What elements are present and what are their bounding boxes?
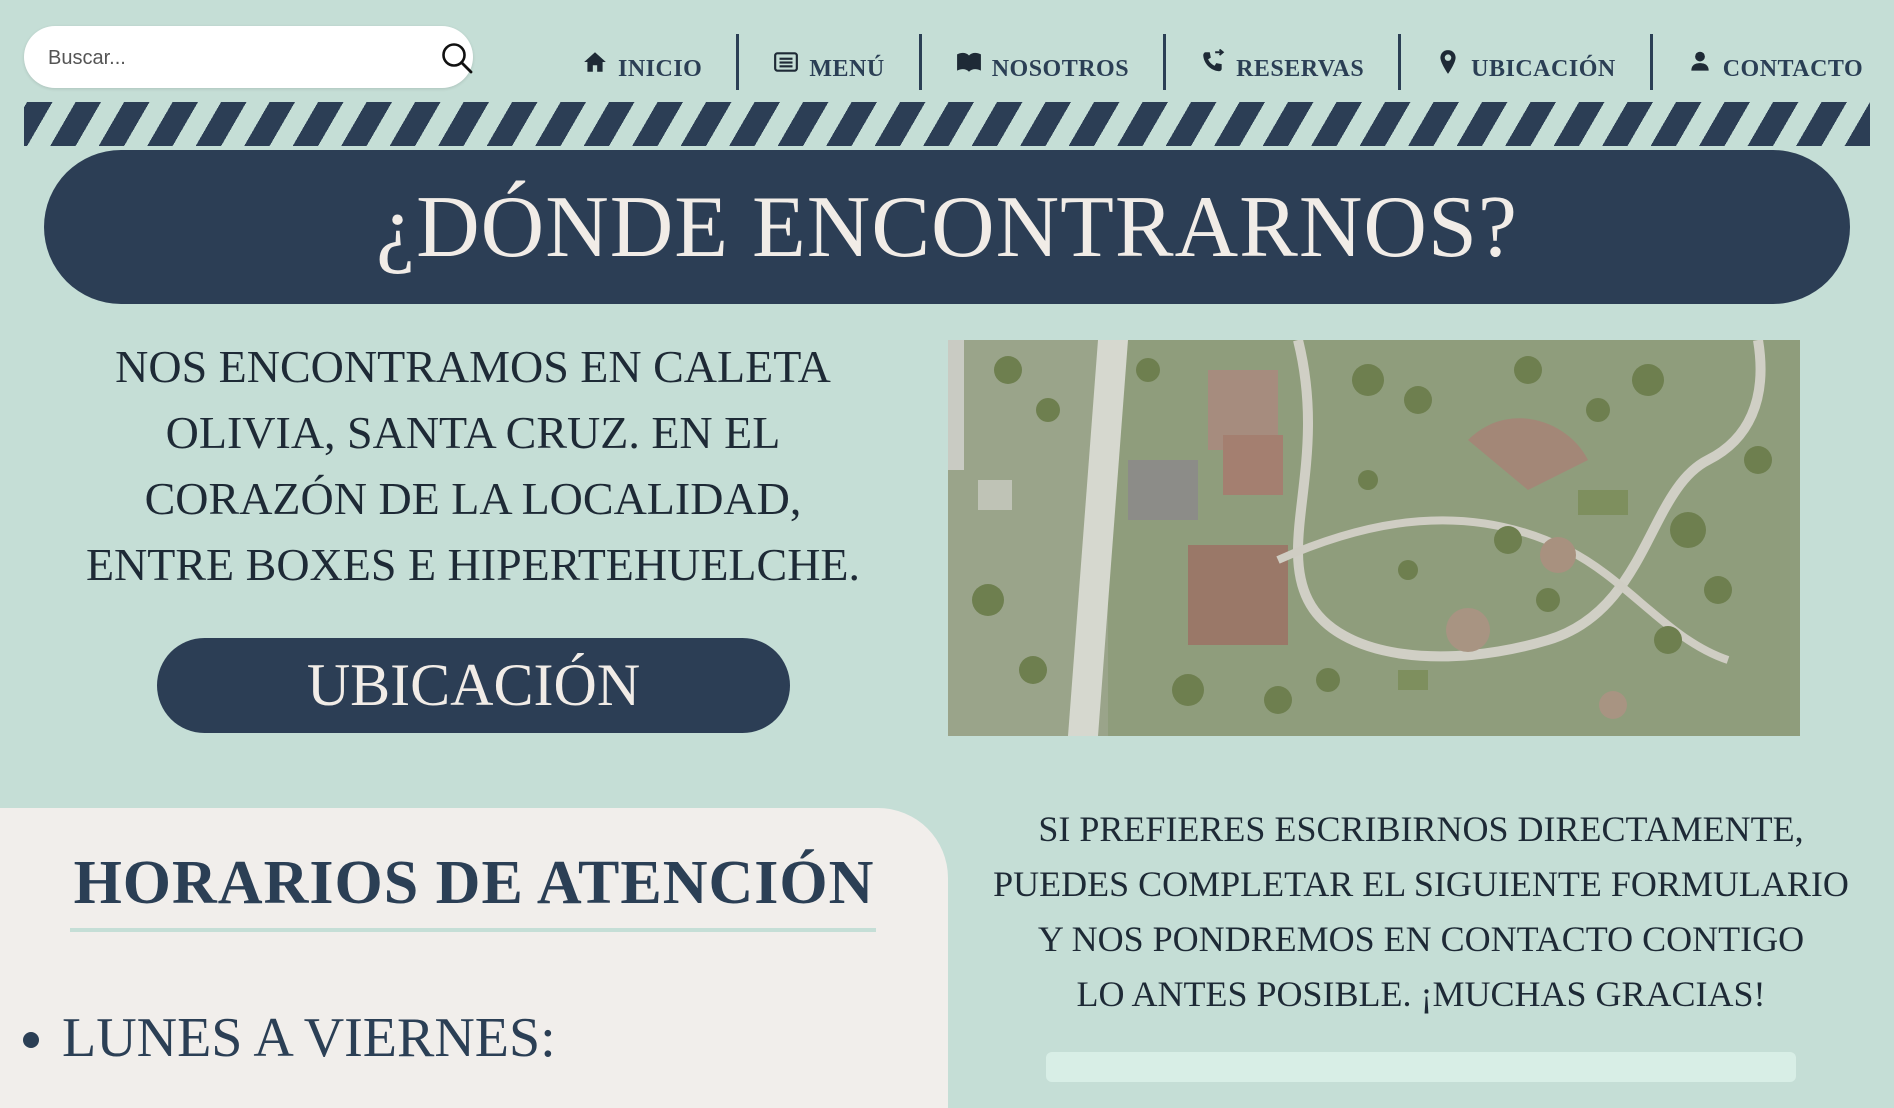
- nav-item-ubicacion[interactable]: UBICACIÓN: [1401, 34, 1650, 90]
- page-title-banner: ¿DÓNDE ENCONTRARNOS?: [44, 150, 1850, 304]
- list-icon: [774, 52, 799, 72]
- user-icon: [1691, 51, 1709, 71]
- nav-item-inicio[interactable]: INICIO: [548, 34, 736, 90]
- nav-item-menu[interactable]: MENÚ: [739, 34, 918, 90]
- nav-label: UBICACIÓN: [1471, 55, 1616, 82]
- nav-label: MENÚ: [809, 55, 885, 82]
- list-item: LUNES A VIERNES:: [62, 1008, 556, 1068]
- map-pin-icon: [1440, 50, 1456, 74]
- nav-item-reservas[interactable]: RESERVAS: [1166, 34, 1398, 90]
- contact-line: SI PREFIERES ESCRIBIRNOS DIRECTAMENTE,: [1038, 809, 1804, 849]
- search-input[interactable]: [46, 26, 410, 90]
- hours-divider: [70, 928, 876, 932]
- hours-panel: HORARIOS DE ATENCIÓN LUNES A VIERNES:: [0, 808, 948, 1108]
- location-description: NOS ENCONTRAMOS EN CALETA OLIVIA, SANTA …: [80, 334, 866, 598]
- search-bar: [24, 26, 474, 90]
- nav-item-nosotros[interactable]: NOSOTROS: [922, 34, 1163, 90]
- page-title: ¿DÓNDE ENCONTRARNOS?: [376, 178, 1518, 276]
- nav-label: NOSOTROS: [991, 55, 1130, 82]
- contact-description: SI PREFIERES ESCRIBIRNOS DIRECTAMENTE, P…: [980, 802, 1862, 1022]
- main-nav: INICIO MENÚ NOSOTROS RESERVAS UBICACIÓN …: [548, 34, 1894, 90]
- striped-divider: [24, 102, 1870, 146]
- nav-label: RESERVAS: [1236, 55, 1365, 82]
- ubicacion-button[interactable]: UBICACIÓN: [157, 638, 790, 733]
- nav-item-contacto[interactable]: CONTACTO: [1653, 34, 1894, 90]
- home-icon: [584, 52, 606, 72]
- location-line: CORAZÓN DE LA LOCALIDAD,: [144, 473, 802, 524]
- nav-label: INICIO: [618, 55, 703, 82]
- aerial-site-plan-graphic: [948, 340, 1800, 736]
- location-line: OLIVIA, SANTA CRUZ. EN EL: [165, 407, 781, 458]
- hours-title: HORARIOS DE ATENCIÓN: [73, 849, 875, 917]
- nav-label: CONTACTO: [1722, 55, 1864, 82]
- hours-list: LUNES A VIERNES:: [14, 1008, 556, 1068]
- search-icon[interactable]: [440, 41, 474, 75]
- site-plan-image: [948, 340, 1800, 736]
- site-header: INICIO MENÚ NOSOTROS RESERVAS: [0, 0, 1894, 158]
- location-line: NOS ENCONTRAMOS EN CALETA: [115, 341, 831, 392]
- location-line: ENTRE BOXES E HIPERTEHUELCHE.: [85, 539, 861, 590]
- contact-line: LO ANTES POSIBLE. ¡MUCHAS GRACIAS!: [1076, 974, 1766, 1014]
- contact-form-field[interactable]: [1046, 1052, 1796, 1082]
- contact-line: Y NOS PONDREMOS EN CONTACTO CONTIGO: [1037, 919, 1805, 959]
- phone-icon: [1203, 49, 1225, 72]
- book-icon: [956, 52, 981, 72]
- contact-line: PUEDES COMPLETAR EL SIGUIENTE FORMULARIO: [993, 864, 1849, 904]
